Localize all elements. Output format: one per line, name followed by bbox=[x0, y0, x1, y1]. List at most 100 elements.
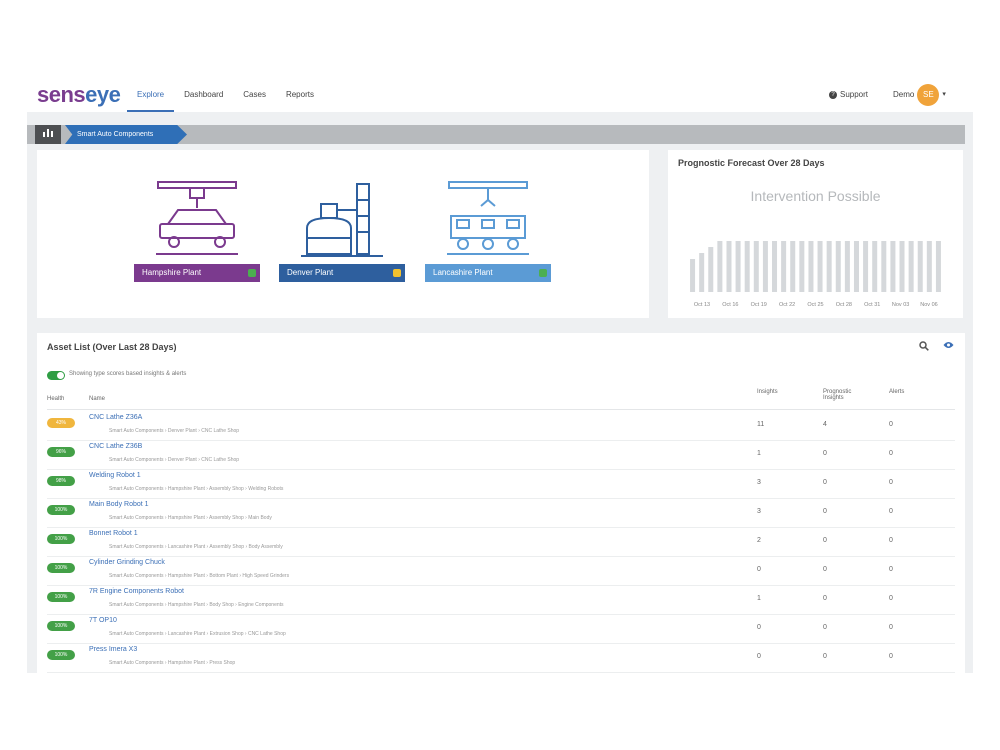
health-badge: 96% bbox=[47, 447, 75, 457]
conveyor-robot-icon bbox=[447, 181, 529, 255]
forecast-date-label: Nov 03 bbox=[892, 302, 909, 308]
asset-path: Smart Auto Components › Hampshire Plant … bbox=[109, 602, 284, 608]
insights-count: 3 bbox=[757, 508, 761, 515]
plant-overview-panel: Hampshire Plant Denver Plant Lancashire … bbox=[37, 150, 649, 318]
breadcrumb: Smart Auto Components bbox=[27, 125, 965, 144]
health-badge: 100% bbox=[47, 621, 75, 631]
plant-card-hampshire[interactable]: Hampshire Plant bbox=[134, 180, 260, 286]
asset-path: Smart Auto Components › Denver Plant › C… bbox=[109, 457, 240, 463]
plant-card-lancashire[interactable]: Lancashire Plant bbox=[425, 180, 551, 286]
insights-count: 3 bbox=[757, 479, 761, 486]
table-row[interactable]: 43% CNC Lathe Z36A Smart Auto Components ›… bbox=[47, 411, 955, 441]
plant-label-denver: Denver Plant bbox=[279, 264, 405, 282]
main-nav: Explore Dashboard Cases Reports bbox=[127, 78, 324, 112]
asset-path: Smart Auto Components › Hampshire Plant … bbox=[109, 515, 272, 521]
alerts-count: 0 bbox=[889, 595, 893, 602]
alerts-count: 0 bbox=[889, 421, 893, 428]
forecast-bar bbox=[790, 241, 796, 292]
prognostic-insights-count: 0 bbox=[823, 566, 827, 573]
forecast-bar bbox=[826, 241, 832, 292]
chevron-down-icon: ▾ bbox=[942, 91, 946, 98]
forecast-date-label: Oct 25 bbox=[807, 302, 823, 308]
search-icon[interactable] bbox=[919, 341, 929, 354]
alerts-count: 0 bbox=[889, 508, 893, 515]
prognostic-insights-count: 0 bbox=[823, 508, 827, 515]
asset-name-link[interactable]: CNC Lathe Z36B bbox=[89, 443, 142, 450]
user-name: Demo bbox=[893, 90, 915, 99]
asset-name-link[interactable]: Press Imera X3 bbox=[89, 646, 137, 653]
health-badge: 98% bbox=[47, 476, 75, 486]
forecast-bar bbox=[935, 241, 941, 292]
table-row[interactable]: 100% 7T OP10 Smart Auto Components › Lanca… bbox=[47, 614, 955, 644]
health-badge: 43% bbox=[47, 418, 75, 428]
alerts-count: 0 bbox=[889, 450, 893, 457]
asset-name-link[interactable]: CNC Lathe Z36A bbox=[89, 414, 142, 421]
column-header-name[interactable]: Name bbox=[89, 396, 105, 402]
table-row[interactable]: 100% Bonnet Robot 1 Smart Auto Components … bbox=[47, 527, 955, 557]
forecast-bar bbox=[735, 241, 741, 292]
forecast-bar bbox=[708, 247, 714, 292]
column-header-health[interactable]: Health bbox=[47, 396, 64, 402]
app-window: senseye Explore Dashboard Cases Reports … bbox=[27, 78, 973, 673]
column-header-alerts[interactable]: Alerts bbox=[889, 389, 904, 395]
forecast-date-label: Oct 13 bbox=[694, 302, 710, 308]
forecast-title: Prognostic Forecast Over 28 Days bbox=[678, 158, 825, 168]
hierarchy-icon[interactable] bbox=[35, 125, 61, 144]
forecast-bar bbox=[817, 241, 823, 292]
asset-name-link[interactable]: Main Body Robot 1 bbox=[89, 501, 149, 508]
table-row[interactable]: 100% Cylinder Grinding Chuck Smart Auto Co… bbox=[47, 556, 955, 586]
table-row[interactable]: 100% 7R Engine Components Robot Smart Auto… bbox=[47, 585, 955, 615]
asset-name-link[interactable]: Welding Robot 1 bbox=[89, 472, 141, 479]
breadcrumb-current[interactable]: Smart Auto Components bbox=[65, 125, 187, 144]
forecast-date-label: Oct 31 bbox=[864, 302, 880, 308]
forecast-bar bbox=[726, 241, 732, 292]
avatar: SE bbox=[917, 84, 940, 106]
refinery-icon bbox=[301, 183, 383, 257]
prognostic-forecast-panel: Prognostic Forecast Over 28 Days Interve… bbox=[668, 150, 963, 318]
table-row[interactable]: 96% CNC Lathe Z36B Smart Auto Components ›… bbox=[47, 440, 955, 470]
table-row[interactable]: 100% Main Body Robot 1 Smart Auto Componen… bbox=[47, 498, 955, 528]
forecast-bar bbox=[890, 241, 896, 292]
eye-icon[interactable] bbox=[943, 341, 954, 351]
forecast-status: Intervention Possible bbox=[750, 188, 881, 204]
forecast-chart: Oct 13 Oct 16 Oct 19 Oct 22 Oct 25 Oct 28 Oct … bbox=[690, 241, 941, 308]
nav-reports[interactable]: Reports bbox=[276, 78, 324, 112]
nav-explore[interactable]: Explore bbox=[127, 78, 175, 112]
plant-card-denver[interactable]: Denver Plant bbox=[279, 180, 405, 286]
alerts-count: 0 bbox=[889, 653, 893, 660]
asset-list-title: Asset List (Over Last 28 Days) bbox=[47, 342, 177, 352]
insights-count: 11 bbox=[757, 421, 765, 428]
nav-dashboard[interactable]: Dashboard bbox=[174, 78, 233, 112]
prognostic-insights-count: 0 bbox=[823, 479, 827, 486]
table-row[interactable]: 98% Welding Robot 1 Smart Auto Components … bbox=[47, 469, 955, 499]
forecast-bar bbox=[753, 241, 759, 292]
user-menu[interactable]: Demo SE ▾ bbox=[893, 78, 946, 112]
column-header-prognostic-insights[interactable]: Prognostic Insights bbox=[823, 389, 873, 401]
forecast-bar bbox=[781, 241, 787, 292]
health-badge: 100% bbox=[47, 592, 75, 602]
help-icon: ? bbox=[829, 91, 837, 99]
asset-name-link[interactable]: 7T OP10 bbox=[89, 617, 117, 624]
asset-name-link[interactable]: 7R Engine Components Robot bbox=[89, 588, 184, 595]
table-header-divider bbox=[47, 409, 955, 410]
insights-count: 2 bbox=[757, 537, 761, 544]
senseye-logo[interactable]: senseye bbox=[37, 82, 121, 108]
prognostic-insights-count: 0 bbox=[823, 653, 827, 660]
column-header-insights[interactable]: Insights bbox=[757, 389, 778, 395]
insights-toggle[interactable] bbox=[47, 371, 65, 380]
asset-name-link[interactable]: Cylinder Grinding Chuck bbox=[89, 559, 165, 566]
forecast-bar bbox=[917, 241, 923, 292]
forecast-bar bbox=[908, 241, 914, 292]
forecast-bar bbox=[762, 241, 768, 292]
forecast-bar bbox=[863, 241, 869, 292]
forecast-bar bbox=[853, 241, 859, 292]
status-indicator bbox=[393, 269, 401, 277]
status-indicator bbox=[248, 269, 256, 277]
forecast-bar bbox=[717, 241, 723, 292]
forecast-date-label: Oct 16 bbox=[722, 302, 738, 308]
support-link[interactable]: ? Support bbox=[829, 78, 868, 112]
table-row[interactable]: 100% Press Imera X3 Smart Auto Components … bbox=[47, 643, 955, 673]
asset-name-link[interactable]: Bonnet Robot 1 bbox=[89, 530, 138, 537]
nav-cases[interactable]: Cases bbox=[233, 78, 276, 112]
forecast-bar bbox=[699, 253, 705, 292]
